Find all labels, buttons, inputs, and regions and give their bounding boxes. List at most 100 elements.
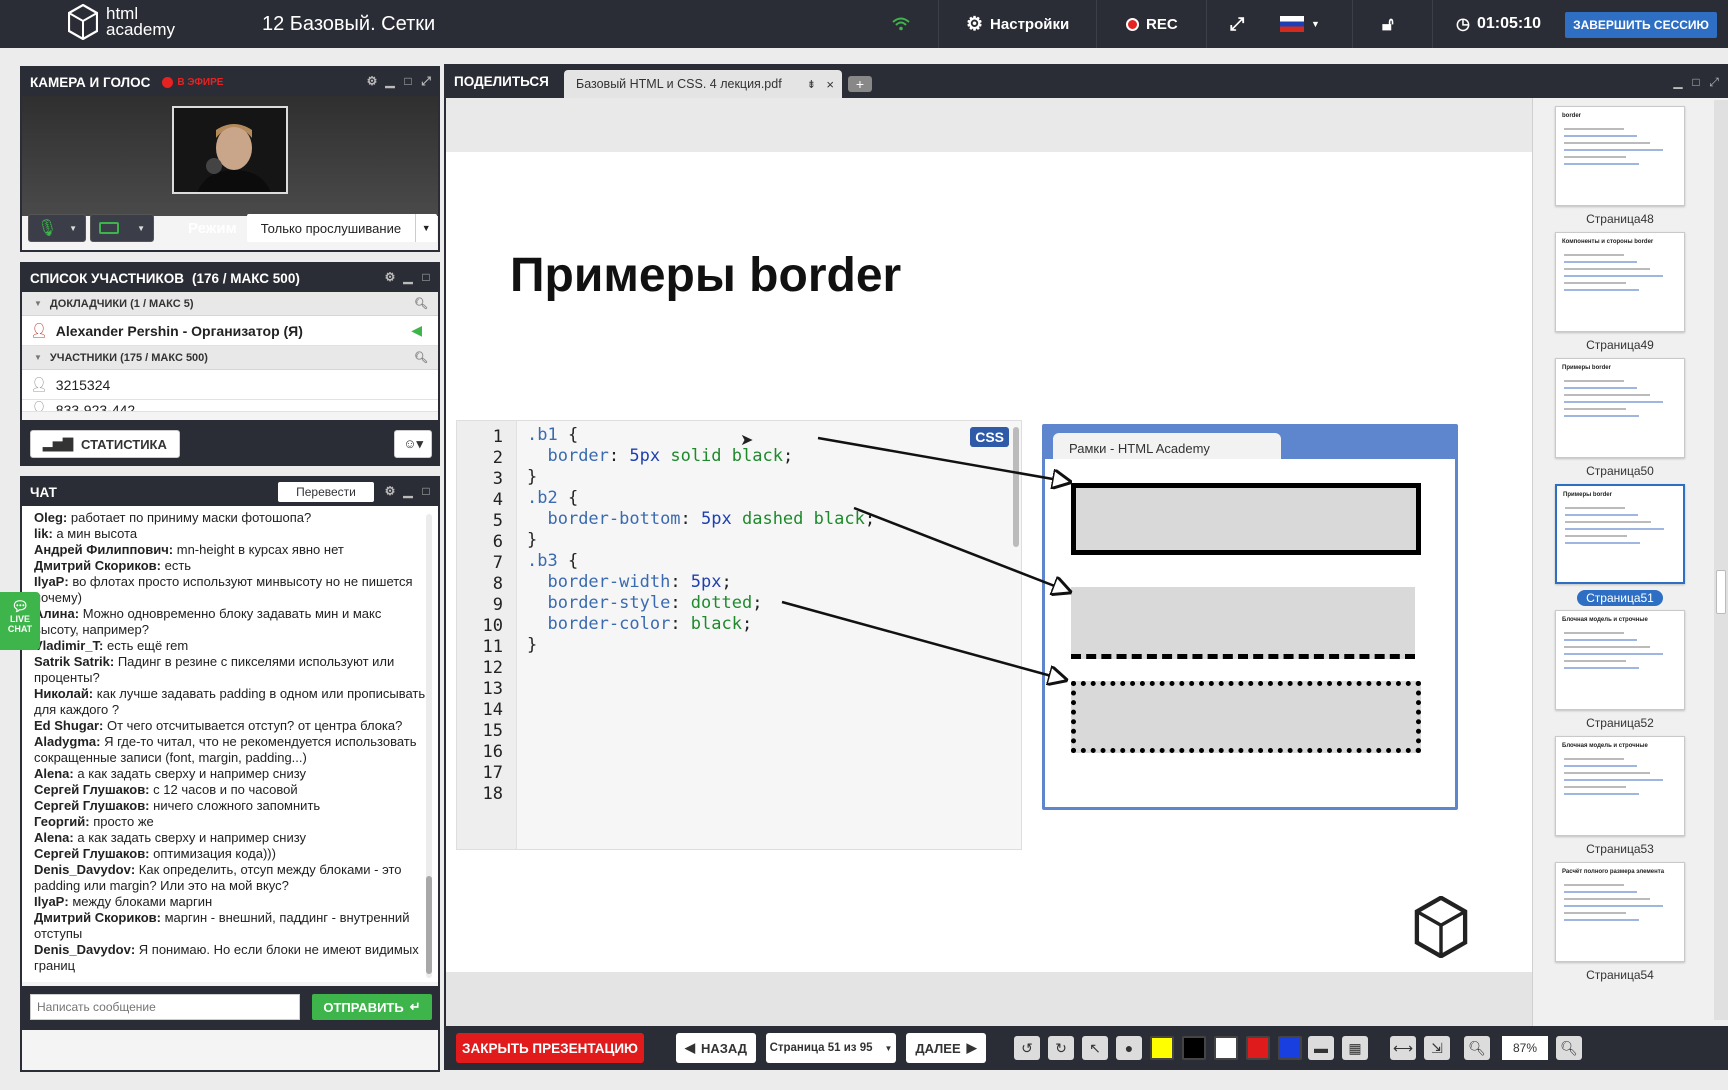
participants-group[interactable]: ▼ УЧАСТНИКИ (175 / МАКС 500) 🔍︎	[22, 346, 438, 370]
participant-row[interactable]: 👤︎ 3215324	[22, 370, 438, 400]
page-thumbnail[interactable]: Примеры border	[1555, 358, 1685, 458]
maximize-icon[interactable]: □	[420, 485, 432, 497]
close-presentation-button[interactable]: ЗАКРЫТЬ ПРЕЗЕНТАЦИЮ	[456, 1033, 644, 1063]
page-select[interactable]: Страница 51 из 95 ▼	[766, 1033, 896, 1063]
emoji-button[interactable]: ☺▾	[394, 430, 432, 458]
presentation-toolbar: ЗАКРЫТЬ ПРЕЗЕНТАЦИЮ ◀ НАЗАД Страница 51 и…	[446, 1026, 1726, 1070]
thumbnail-label[interactable]: Страница49	[1555, 338, 1685, 352]
fullscreen-button[interactable]: ⤢	[1230, 0, 1244, 48]
rec-button[interactable]: REC	[1126, 0, 1178, 48]
thumbnail-label[interactable]: Страница54	[1555, 968, 1685, 982]
camera-panel: КАМЕРА И ГОЛОС В ЭФИРЕ ⚙ ▁ □ ⤢ 🎙︎ ▼ ▼ Реж…	[20, 66, 440, 252]
thumbnail-label[interactable]: Страница48	[1555, 212, 1685, 226]
mode-select[interactable]: Только прослушивание ▼	[246, 214, 437, 242]
settings-button[interactable]: ⚙ Настройки	[966, 0, 1069, 48]
minimize-icon[interactable]: ▁	[402, 485, 414, 497]
chat-message: IlyaP: во флотах просто используют минвы…	[34, 574, 413, 605]
code-line: border-width: 5px;	[547, 572, 732, 592]
close-icon[interactable]: ×	[826, 77, 834, 92]
minimize-icon[interactable]: ▁	[384, 75, 396, 87]
page-thumbnail[interactable]: border	[1555, 106, 1685, 206]
pin-icon[interactable]: ⇟	[807, 78, 816, 91]
live-chat-button[interactable]: 💬︎ LIVE CHAT	[0, 592, 40, 650]
add-tab-button[interactable]: +	[848, 76, 872, 92]
page-thumbnail[interactable]: Компоненты и стороны border	[1555, 232, 1685, 332]
expand-icon[interactable]: ⤢	[1708, 76, 1720, 88]
color-swatch[interactable]	[1246, 1036, 1270, 1060]
chat-message: Сергей Глушаков: оптимизация кода)))	[34, 846, 276, 861]
chat-scrollbar[interactable]	[426, 514, 432, 978]
page-thumbnail[interactable]: Блочная модель и строчные	[1555, 610, 1685, 710]
unlock-button[interactable]: 🔓︎	[1382, 0, 1394, 48]
logo[interactable]: html academy	[68, 4, 175, 40]
chevron-down-icon: ▼	[1311, 19, 1320, 29]
search-icon[interactable]: 🔍︎	[414, 351, 428, 364]
minimize-icon[interactable]: ▁	[1672, 76, 1684, 88]
webcam-video[interactable]	[172, 106, 288, 194]
enter-icon: ↵	[409, 999, 421, 1014]
translate-button[interactable]: Перевести	[278, 482, 374, 502]
gear-icon[interactable]: ⚙	[366, 75, 378, 87]
statistics-button[interactable]: ▂▅▇ СТАТИСТИКА	[30, 430, 180, 458]
color-swatch[interactable]	[1214, 1036, 1238, 1060]
thumbnail-scrollbar[interactable]	[1714, 100, 1728, 1020]
thumbnail-label[interactable]: Страница51	[1577, 590, 1663, 606]
code-line: .b2 {	[527, 488, 579, 508]
chat-input[interactable]	[30, 994, 300, 1020]
connection-icon[interactable]	[892, 0, 910, 48]
minimize-icon[interactable]: ▁	[402, 271, 414, 283]
thumbnail-text-line	[1564, 793, 1639, 795]
fit-page-icon[interactable]: ⇲	[1424, 1036, 1450, 1060]
code-line: }	[527, 467, 538, 487]
thumbnail-label[interactable]: Страница53	[1555, 842, 1685, 856]
presenter-row[interactable]: 👤︎ Alexander Pershin - Организатор (Я) ◀	[22, 316, 438, 346]
document-tab[interactable]: Базовый HTML и CSS. 4 лекция.pdf ⇟ ×	[564, 70, 842, 98]
expand-icon[interactable]: ⤢	[420, 75, 432, 87]
presentation-slide[interactable]: Примеры border 1 2 3 4 5 6 7 8 9 10 11 12 13 14 15 16 17…	[446, 152, 1532, 972]
thumbnail-text-line	[1564, 128, 1624, 130]
undo-icon[interactable]: ↺	[1014, 1036, 1040, 1060]
whiteboard-icon[interactable]: ▬	[1308, 1036, 1334, 1060]
search-icon[interactable]: 🔍︎	[414, 297, 428, 310]
redo-icon[interactable]: ↻	[1048, 1036, 1074, 1060]
code-line: }	[527, 635, 538, 655]
maximize-icon[interactable]: □	[1690, 76, 1702, 88]
gear-icon[interactable]: ⚙	[384, 271, 396, 283]
next-button[interactable]: ДАЛЕЕ ▶	[906, 1033, 986, 1063]
zoom-out-icon[interactable]: 🔍︎	[1464, 1036, 1490, 1060]
thumbnail-text-line	[1564, 408, 1626, 410]
zoom-in-icon[interactable]: 🔍︎	[1556, 1036, 1582, 1060]
gear-icon[interactable]: ⚙	[384, 485, 396, 497]
code-line: .b1 {	[527, 425, 579, 445]
send-button[interactable]: ОТПРАВИТЬ ↵	[312, 994, 432, 1020]
camera-button[interactable]: ▼	[90, 214, 154, 242]
thumbnail-text-line	[1564, 401, 1663, 403]
participant-row[interactable]: 👤︎ 833-923-442	[22, 400, 438, 412]
presenter-video-icon	[174, 108, 286, 192]
pointer-icon[interactable]: ↖	[1082, 1036, 1108, 1060]
line-numbers: 1 2 3 4 5 6 7 8 9 10 11 12 13 14 15 16 17 18	[457, 421, 517, 849]
page-thumbnail[interactable]: Блочная модель и строчные	[1555, 736, 1685, 836]
line-number: 3	[492, 469, 503, 489]
maximize-icon[interactable]: □	[420, 271, 432, 283]
page-thumbnail[interactable]: Расчёт полного размера элемента	[1555, 862, 1685, 962]
grid-layout-icon[interactable]: ▦	[1342, 1036, 1368, 1060]
presenters-group[interactable]: ▼ ДОКЛАДЧИКИ (1 / МАКС 5) 🔍︎	[22, 292, 438, 316]
thumbnail-label[interactable]: Страница52	[1555, 716, 1685, 730]
end-session-button[interactable]: ЗАВЕРШИТЬ СЕССИЮ	[1565, 12, 1717, 38]
chat-panel: ЧАТ Перевести ⚙ ▁ □ Oleg: работает по пр…	[20, 476, 440, 1072]
dot-tool-icon[interactable]: ●	[1116, 1036, 1142, 1060]
microphone-button[interactable]: 🎙︎ ▼	[28, 214, 86, 242]
thumbnail-label[interactable]: Страница50	[1555, 464, 1685, 478]
zoom-value[interactable]: 87%	[1502, 1036, 1548, 1060]
color-swatch[interactable]	[1150, 1036, 1174, 1060]
language-select[interactable]: ▼	[1280, 0, 1320, 48]
back-button[interactable]: ◀ НАЗАД	[676, 1033, 756, 1063]
page-thumbnail[interactable]: Примеры border	[1555, 484, 1685, 584]
color-swatch[interactable]	[1182, 1036, 1206, 1060]
maximize-icon[interactable]: □	[402, 75, 414, 87]
fit-width-icon[interactable]: ⟷	[1390, 1036, 1416, 1060]
color-swatch[interactable]	[1278, 1036, 1302, 1060]
share-tabbar: ПОДЕЛИТЬСЯ Базовый HTML и CSS. 4 лекция.…	[446, 66, 1726, 98]
user-icon: 👤︎	[30, 400, 48, 412]
